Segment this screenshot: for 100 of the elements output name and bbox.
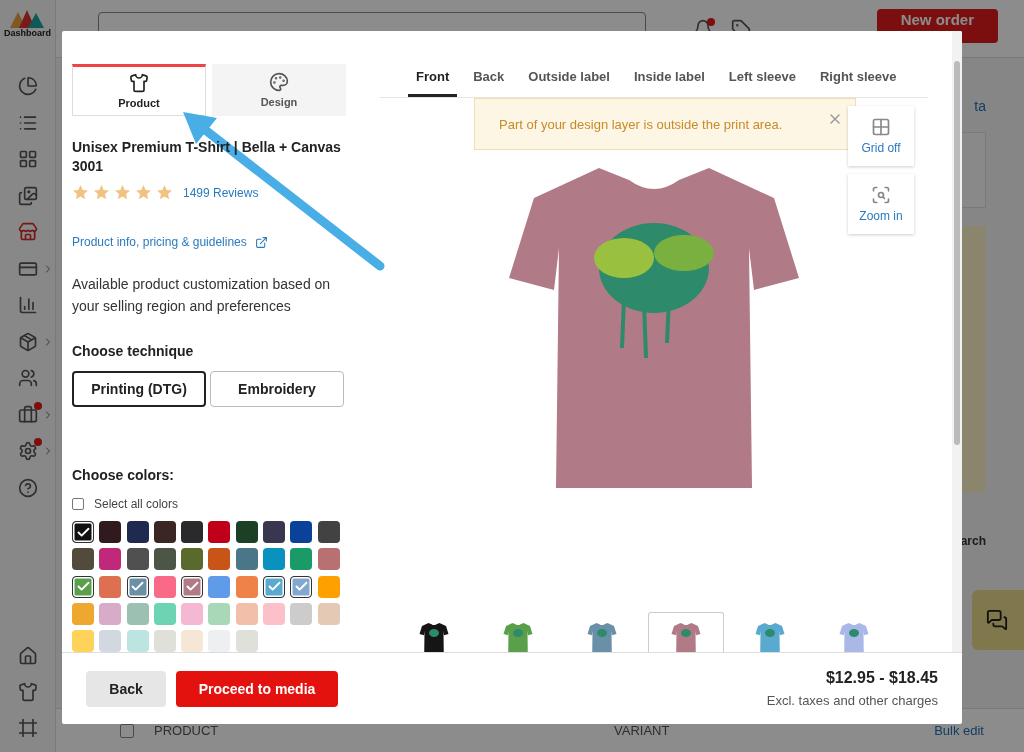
- frame-icon: [17, 718, 38, 738]
- view-tab[interactable]: Right sleeve: [811, 63, 905, 97]
- color-swatch[interactable]: [317, 602, 340, 625]
- external-link-icon[interactable]: [254, 235, 268, 249]
- color-swatch[interactable]: [290, 575, 313, 598]
- star-icon: [72, 184, 89, 201]
- color-swatch[interactable]: [235, 575, 258, 598]
- color-swatch[interactable]: [181, 575, 204, 598]
- color-swatch[interactable]: [181, 630, 204, 652]
- images-icon: [17, 185, 38, 206]
- side-tab[interactable]: Design: [212, 64, 346, 116]
- color-swatch[interactable]: [290, 548, 313, 571]
- color-swatch[interactable]: [153, 575, 176, 598]
- color-swatch[interactable]: [235, 602, 258, 625]
- color-swatch[interactable]: [208, 548, 231, 571]
- description: Available product customization based on your selling region and preferences: [72, 275, 332, 316]
- alert-message: Part of your design layer is outside the print area.: [499, 116, 783, 132]
- color-swatch[interactable]: [99, 630, 122, 652]
- color-swatch[interactable]: [235, 630, 258, 652]
- view-tab[interactable]: Back: [465, 63, 513, 97]
- color-swatch[interactable]: [99, 521, 122, 543]
- color-swatch[interactable]: [153, 602, 176, 625]
- color-swatch[interactable]: [72, 548, 94, 571]
- logo[interactable]: Dashboard: [4, 8, 51, 62]
- column-header: VARIANT: [614, 723, 671, 738]
- chat-icon: [986, 609, 1008, 631]
- color-swatch[interactable]: [72, 575, 94, 598]
- color-swatch[interactable]: [317, 521, 340, 543]
- tshirt-icon: [17, 682, 38, 702]
- color-swatch[interactable]: [263, 602, 286, 625]
- chat-button[interactable]: [972, 590, 1024, 650]
- technique-option[interactable]: Embroidery: [210, 371, 344, 407]
- view-tab[interactable]: Front: [408, 63, 458, 97]
- select-all-checkbox[interactable]: Select all colors: [72, 497, 358, 511]
- technique-option[interactable]: Printing (DTG): [72, 371, 206, 407]
- colors-heading: Choose colors:: [72, 467, 175, 483]
- side-tab[interactable]: Product: [72, 64, 206, 116]
- color-swatch[interactable]: [126, 602, 149, 625]
- color-swatch[interactable]: [290, 602, 313, 625]
- technique-heading: Choose technique: [72, 343, 195, 359]
- star-icon: [93, 184, 110, 201]
- price-note: Excl. taxes and other charges: [766, 693, 938, 708]
- color-swatch[interactable]: [317, 548, 340, 571]
- star-icon: [114, 184, 131, 201]
- settings-icon: [17, 441, 38, 461]
- package-icon: [17, 331, 38, 352]
- color-swatch[interactable]: [235, 548, 258, 571]
- product-info-link[interactable]: Product info, pricing & guidelines: [72, 235, 247, 249]
- tshirt-icon: [129, 73, 149, 93]
- home-icon: [17, 646, 38, 666]
- thumbnail[interactable]: [648, 612, 724, 652]
- color-swatch[interactable]: [99, 575, 122, 598]
- grid-toggle-button[interactable]: Grid off: [848, 106, 914, 166]
- color-swatch[interactable]: [181, 602, 204, 625]
- color-swatch[interactable]: [72, 521, 94, 543]
- color-swatch[interactable]: [263, 521, 286, 543]
- color-swatch[interactable]: [181, 548, 204, 571]
- grid-icon: [17, 149, 38, 169]
- scrollbar[interactable]: [952, 31, 962, 652]
- color-swatch[interactable]: [99, 602, 122, 625]
- color-swatch[interactable]: [263, 575, 286, 598]
- color-swatch[interactable]: [153, 521, 176, 543]
- color-swatch[interactable]: [317, 575, 340, 598]
- back-button[interactable]: Back: [86, 670, 166, 707]
- color-swatch[interactable]: [72, 630, 94, 652]
- bar-chart-icon: [17, 295, 38, 315]
- briefcase-icon: [17, 404, 38, 425]
- color-swatch[interactable]: [126, 630, 149, 652]
- color-swatch[interactable]: [126, 521, 149, 543]
- users-icon: [17, 368, 38, 388]
- color-swatch[interactable]: [126, 548, 149, 571]
- zoom-icon: [871, 185, 891, 205]
- color-swatch[interactable]: [208, 521, 231, 543]
- color-swatch[interactable]: [72, 602, 94, 625]
- color-swatch[interactable]: [208, 630, 231, 652]
- color-swatch[interactable]: [153, 630, 176, 652]
- color-swatch[interactable]: [208, 602, 231, 625]
- view-tab[interactable]: Inside label: [625, 63, 713, 97]
- color-swatch[interactable]: [126, 575, 149, 598]
- zoom-button[interactable]: Zoom in: [848, 174, 914, 234]
- color-swatch[interactable]: [290, 521, 313, 543]
- color-swatch[interactable]: [235, 521, 258, 543]
- star-icon: [135, 184, 152, 201]
- view-tab[interactable]: Left sleeve: [720, 63, 804, 97]
- color-swatch[interactable]: [99, 548, 122, 571]
- store-icon: [17, 222, 38, 242]
- color-swatch[interactable]: [181, 521, 204, 543]
- pie-chart-icon: [17, 76, 38, 96]
- proceed-button[interactable]: Proceed to media: [176, 670, 338, 707]
- palette-icon: [269, 72, 289, 92]
- grid-icon: [871, 117, 891, 137]
- color-swatch[interactable]: [208, 575, 231, 598]
- star-icon: [156, 184, 173, 201]
- column-header: PRODUCT: [154, 723, 220, 738]
- logo-icon: [10, 8, 45, 28]
- color-swatch[interactable]: [263, 548, 286, 571]
- reviews-link[interactable]: 1499 Reviews: [183, 185, 259, 200]
- view-tab[interactable]: Outside label: [520, 63, 618, 97]
- text-fragment: arch: [960, 534, 986, 548]
- color-swatch[interactable]: [153, 548, 176, 571]
